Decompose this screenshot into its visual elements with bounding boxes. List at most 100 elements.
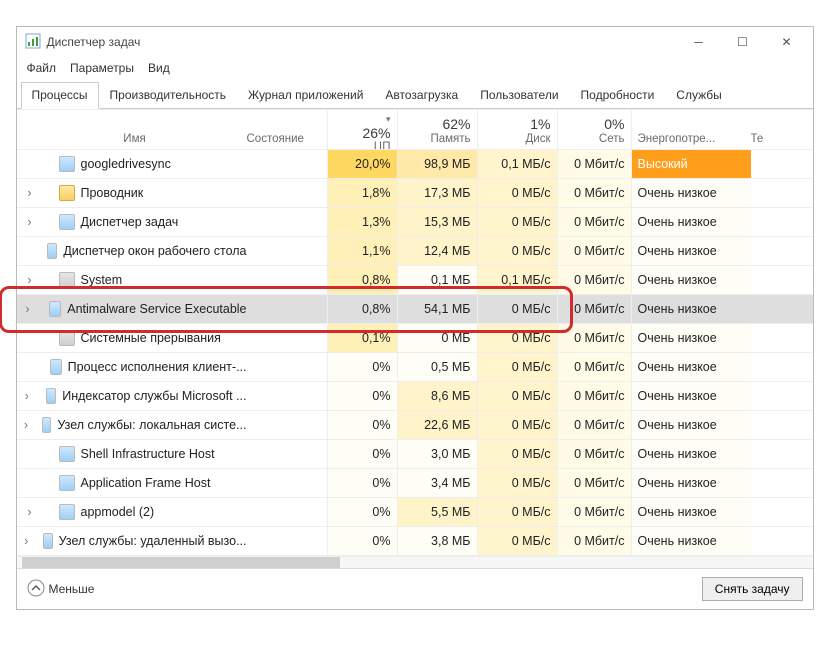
menu-view[interactable]: Вид [148,61,170,75]
process-icon [59,330,75,346]
expand-icon[interactable]: › [23,273,37,287]
mem-cell: 5,5 МБ [397,498,477,526]
process-name: Проводник [81,186,144,200]
power-cell: Очень низкое [631,353,751,381]
process-icon [42,417,51,433]
cpu-cell: 0,1% [327,324,397,352]
process-icon [59,185,75,201]
disk-cell: 0 МБ/с [477,527,557,555]
cpu-cell: 0% [327,469,397,497]
process-name: Диспетчер окон рабочего стола [63,244,246,258]
menu-params[interactable]: Параметры [70,61,134,75]
menu-file[interactable]: Файл [27,61,57,75]
col-power[interactable]: Энергопотре... [631,110,751,149]
mem-cell: 12,4 МБ [397,237,477,265]
process-row[interactable]: Диспетчер окон рабочего стола1,1%12,4 МБ… [17,237,813,266]
tab-6[interactable]: Службы [665,82,732,109]
disk-cell: 0 МБ/с [477,498,557,526]
process-icon [59,214,75,230]
horizontal-scrollbar[interactable] [17,556,813,568]
maximize-button[interactable]: ☐ [721,27,765,57]
col-tail[interactable]: Те [751,110,813,149]
process-row[interactable]: Shell Infrastructure Host0%3,0 МБ0 МБ/с0… [17,440,813,469]
process-row[interactable]: ›Узел службы: удаленный вызо...0%3,8 МБ0… [17,527,813,556]
process-row[interactable]: ›Диспетчер задач1,3%15,3 МБ0 МБ/с0 Мбит/… [17,208,813,237]
net-cell: 0 Мбит/с [557,266,631,294]
power-cell: Очень низкое [631,237,751,265]
col-memory[interactable]: 62% Память [397,110,477,149]
expand-icon[interactable]: › [23,505,37,519]
app-icon [25,33,41,52]
process-name: System [81,273,123,287]
tab-3[interactable]: Автозагрузка [374,82,469,109]
process-icon [47,243,58,259]
fewer-details-button[interactable]: Меньше [27,579,95,600]
col-cpu[interactable]: ▾ 26% ЦП [327,110,397,149]
expand-icon[interactable]: › [23,534,30,548]
cpu-cell: 0% [327,440,397,468]
tabs: ПроцессыПроизводительностьЖурнал приложе… [17,81,813,109]
cpu-cell: 0,8% [327,295,397,323]
process-name: Узел службы: удаленный вызо... [59,534,247,548]
tab-2[interactable]: Журнал приложений [237,82,374,109]
mem-cell: 98,9 МБ [397,150,477,178]
mem-cell: 0 МБ [397,324,477,352]
net-cell: 0 Мбит/с [557,295,631,323]
disk-cell: 0 МБ/с [477,179,557,207]
cpu-cell: 20,0% [327,150,397,178]
expand-icon[interactable]: › [23,302,33,316]
tab-5[interactable]: Подробности [570,82,666,109]
process-row[interactable]: ›Индексатор службы Microsoft ...0%8,6 МБ… [17,382,813,411]
power-cell: Очень низкое [631,179,751,207]
col-disk[interactable]: 1% Диск [477,110,557,149]
process-row[interactable]: Application Frame Host0%3,4 МБ0 МБ/с0 Мб… [17,469,813,498]
close-button[interactable]: ✕ [765,27,809,57]
expand-icon[interactable]: › [23,389,31,403]
expand-icon[interactable]: › [23,418,30,432]
minimize-button[interactable]: ─ [677,27,721,57]
process-row[interactable]: Процесс исполнения клиент-...0%0,5 МБ0 М… [17,353,813,382]
process-row[interactable]: Системные прерывания0,1%0 МБ0 МБ/с0 Мбит… [17,324,813,353]
net-cell: 0 Мбит/с [557,150,631,178]
disk-cell: 0,1 МБ/с [477,150,557,178]
process-icon [46,388,56,404]
cpu-cell: 0% [327,498,397,526]
net-cell: 0 Мбит/с [557,237,631,265]
net-cell: 0 Мбит/с [557,382,631,410]
process-name: Системные прерывания [81,331,221,345]
col-state[interactable]: Состояние [247,110,327,149]
process-row[interactable]: googledrivesync20,0%98,9 МБ0,1 МБ/с0 Мби… [17,150,813,179]
tab-4[interactable]: Пользователи [469,82,569,109]
power-cell: Очень низкое [631,295,751,323]
footer: Меньше Снять задачу [17,568,813,609]
process-row[interactable]: ›Antimalware Service Executable0,8%54,1 … [17,295,813,324]
cpu-cell: 1,8% [327,179,397,207]
process-row[interactable]: ›Узел службы: локальная систе...0%22,6 М… [17,411,813,440]
col-network[interactable]: 0% Сеть [557,110,631,149]
tab-0[interactable]: Процессы [21,82,99,109]
end-task-button[interactable]: Снять задачу [702,577,803,601]
disk-cell: 0 МБ/с [477,237,557,265]
net-cell: 0 Мбит/с [557,527,631,555]
col-name[interactable]: Имя [17,110,247,149]
cpu-cell: 0,8% [327,266,397,294]
power-cell: Очень низкое [631,527,751,555]
net-cell: 0 Мбит/с [557,411,631,439]
cpu-cell: 0% [327,382,397,410]
process-row[interactable]: ›Проводник1,8%17,3 МБ0 МБ/с0 Мбит/сОчень… [17,179,813,208]
mem-cell: 15,3 МБ [397,208,477,236]
mem-cell: 54,1 МБ [397,295,477,323]
window-title: Диспетчер задач [47,35,141,49]
process-icon [43,533,52,549]
mem-cell: 0,1 МБ [397,266,477,294]
process-row[interactable]: ›appmodel (2)0%5,5 МБ0 МБ/с0 Мбит/сОчень… [17,498,813,527]
expand-icon[interactable]: › [23,215,37,229]
process-row[interactable]: ›System0,8%0,1 МБ0,1 МБ/с0 Мбит/сОчень н… [17,266,813,295]
disk-cell: 0 МБ/с [477,353,557,381]
tab-1[interactable]: Производительность [99,82,237,109]
mem-cell: 17,3 МБ [397,179,477,207]
menubar: Файл Параметры Вид [17,57,813,81]
cpu-cell: 1,3% [327,208,397,236]
expand-icon[interactable]: › [23,186,37,200]
net-cell: 0 Мбит/с [557,469,631,497]
